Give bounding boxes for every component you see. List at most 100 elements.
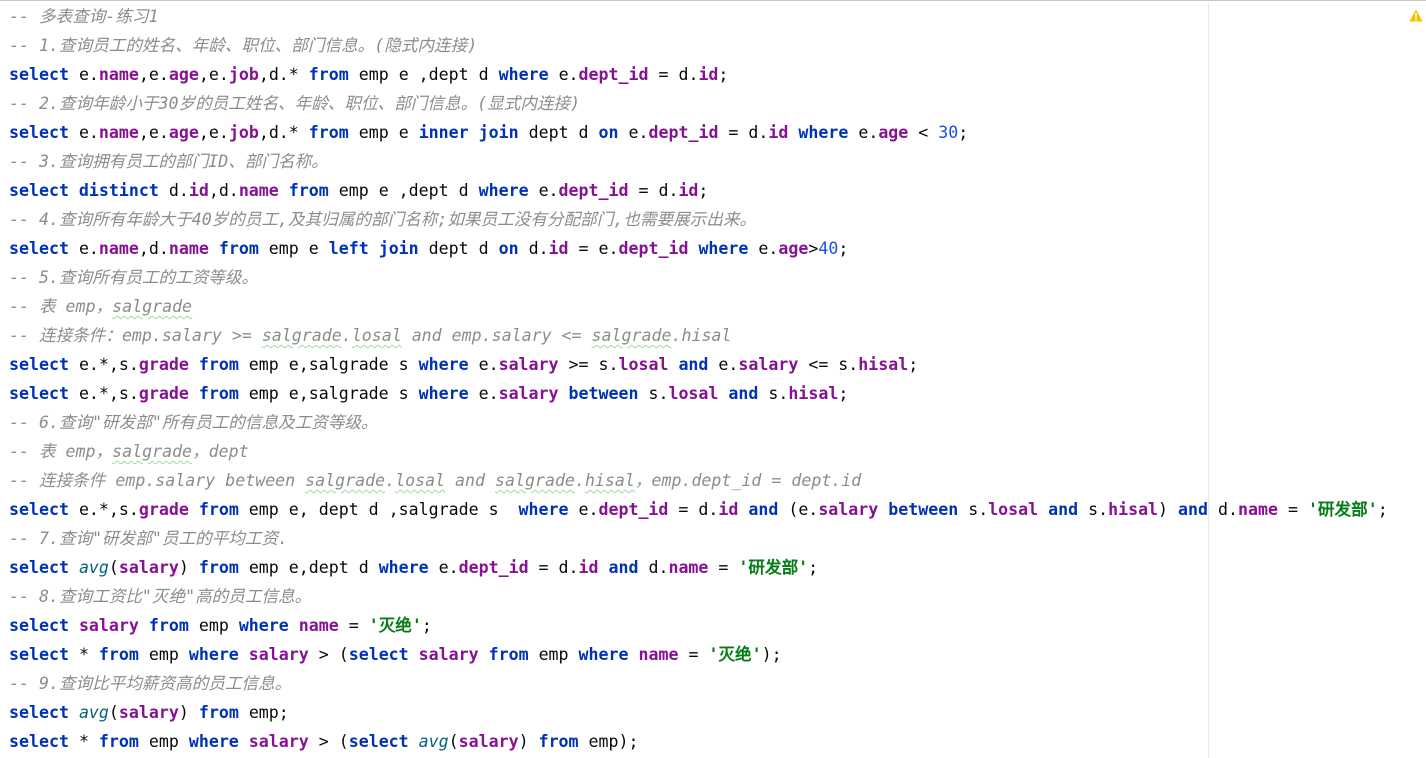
code-text: ,d.* bbox=[258, 123, 309, 142]
code-line-26[interactable]: select * from emp where salary > (select… bbox=[9, 727, 638, 756]
keyword-token: select bbox=[9, 65, 79, 84]
code-line-9[interactable]: select e.name,d.name from emp e left joi… bbox=[9, 234, 848, 263]
code-text: emp bbox=[148, 732, 189, 751]
code-text: emp e,salgrade s bbox=[248, 355, 419, 374]
code-line-24[interactable]: -- 9.查询比平均薪资高的员工信息。 bbox=[9, 669, 291, 698]
warning-icon[interactable] bbox=[1409, 9, 1423, 22]
keyword-token: and bbox=[678, 355, 719, 374]
code-text: ,e. bbox=[138, 65, 169, 84]
code-line-10[interactable]: -- 5.查询所有员工的工资等级。 bbox=[9, 263, 258, 292]
keyword-token: and bbox=[608, 558, 649, 577]
function-name: avg bbox=[78, 703, 109, 722]
code-line-20[interactable]: select avg(salary) from emp e,dept d whe… bbox=[9, 553, 818, 582]
comment-text: and emp.salary <= bbox=[401, 326, 592, 345]
code-line-1[interactable]: -- 多表查询-练习1 bbox=[9, 2, 159, 31]
code-line-15[interactable]: -- 6.查询"研发部"所有员工的信息及工资等级。 bbox=[9, 408, 378, 437]
field-token: grade bbox=[138, 500, 189, 519]
code-text: e.*,s. bbox=[78, 384, 139, 403]
code-text: < bbox=[908, 123, 939, 142]
code-text: emp e,salgrade s bbox=[248, 384, 419, 403]
code-text: ; bbox=[808, 558, 819, 577]
code-editor[interactable]: -- 多表查询-练习1 -- 1.查询员工的姓名、年龄、职位、部门信息。(隐式内连… bbox=[0, 2, 1388, 758]
code-line-4[interactable]: -- 2.查询年龄小于30岁的员工姓名、年龄、职位、部门信息。(显式内连接) bbox=[9, 89, 580, 118]
code-text: ); bbox=[761, 645, 782, 664]
code-text: ( bbox=[108, 558, 119, 577]
code-line-17[interactable]: -- 连接条件 emp.salary between salgrade.losa… bbox=[9, 466, 861, 495]
code-text: emp e ,dept d bbox=[358, 65, 499, 84]
code-line-16[interactable]: -- 表 emp，salgrade，dept bbox=[9, 437, 249, 466]
code-text: <= s. bbox=[798, 355, 859, 374]
code-text: ,e. bbox=[198, 123, 229, 142]
comment-text: -- 多表查询-练习1 bbox=[9, 7, 159, 26]
field-token: job bbox=[228, 65, 259, 84]
code-line-6[interactable]: -- 3.查询拥有员工的部门ID、部门名称。 bbox=[9, 147, 328, 176]
field-token: salary bbox=[418, 645, 479, 664]
code-line-12[interactable]: -- 连接条件：emp.salary >= salgrade.losal and… bbox=[9, 321, 731, 350]
keyword-token: from bbox=[288, 181, 339, 200]
code-line-22[interactable]: select salary from emp where name = '灭绝'… bbox=[9, 611, 432, 640]
keyword-token: where bbox=[498, 65, 559, 84]
code-line-25[interactable]: select avg(salary) from emp; bbox=[9, 698, 289, 727]
comment-text: hisal bbox=[584, 471, 635, 490]
code-text: ) bbox=[518, 732, 539, 751]
code-text: emp; bbox=[248, 703, 289, 722]
keyword-token: from bbox=[198, 384, 249, 403]
code-line-19[interactable]: -- 7.查询"研发部"员工的平均工资. bbox=[9, 524, 288, 553]
field-token: name bbox=[168, 239, 209, 258]
comment-text: -- 5.查询所有员工的工资等级。 bbox=[9, 268, 259, 287]
field-token: age bbox=[168, 123, 199, 142]
code-text: = d. bbox=[648, 65, 699, 84]
code-text: s. bbox=[768, 384, 789, 403]
code-line-23[interactable]: select * from emp where salary > (select… bbox=[9, 640, 782, 669]
code-line-13[interactable]: select e.*,s.grade from emp e,salgrade s… bbox=[9, 350, 918, 379]
keyword-token: and bbox=[1178, 500, 1218, 519]
code-line-18[interactable]: select e.*,s.grade from emp e, dept d ,s… bbox=[9, 495, 1388, 524]
code-text: ) bbox=[178, 558, 199, 577]
code-text: > bbox=[808, 239, 819, 258]
code-line-3[interactable]: select e.name,e.age,e.job,d.* from emp e… bbox=[9, 60, 728, 89]
keyword-token: on bbox=[598, 123, 629, 142]
field-token: losal bbox=[618, 355, 669, 374]
code-text: = e. bbox=[568, 239, 619, 258]
keyword-token: from bbox=[198, 703, 249, 722]
code-line-8[interactable]: -- 4.查询所有年龄大于40岁的员工,及其归属的部门名称;如果员工没有分配部门… bbox=[9, 205, 756, 234]
field-token: id bbox=[718, 500, 739, 519]
code-text: ; bbox=[908, 355, 919, 374]
code-text: dept d bbox=[428, 239, 499, 258]
code-text: d. bbox=[168, 181, 189, 200]
code-text: e. bbox=[78, 239, 99, 258]
field-token: name bbox=[98, 239, 139, 258]
string-literal: '研发部' bbox=[1307, 500, 1378, 519]
code-line-14[interactable]: select e.*,s.grade from emp e,salgrade s… bbox=[9, 379, 848, 408]
keyword-token: from bbox=[198, 558, 249, 577]
top-border bbox=[0, 0, 1426, 1]
code-line-7[interactable]: select distinct d.id,d.name from emp e ,… bbox=[9, 176, 708, 205]
keyword-token: inner join bbox=[418, 123, 529, 142]
code-line-11[interactable]: -- 表 emp，salgrade bbox=[9, 292, 192, 321]
comment-text: . bbox=[574, 471, 585, 490]
comment-text: -- 9.查询比平均薪资高的员工信息。 bbox=[9, 674, 292, 693]
number-literal: 30 bbox=[938, 123, 959, 142]
code-text: e. bbox=[558, 65, 579, 84]
code-line-2[interactable]: -- 1.查询员工的姓名、年龄、职位、部门信息。(隐式内连接) bbox=[9, 31, 477, 60]
field-token: dept_id bbox=[558, 181, 629, 200]
code-text: = bbox=[708, 558, 739, 577]
field-token: losal bbox=[668, 384, 719, 403]
code-text: ; bbox=[838, 239, 849, 258]
code-text: emp bbox=[198, 616, 239, 635]
code-line-21[interactable]: -- 8.查询工资比"灭绝"高的员工信息。 bbox=[9, 582, 311, 611]
code-line-5[interactable]: select e.name,e.age,e.job,d.* from emp e… bbox=[9, 118, 968, 147]
code-text: ; bbox=[698, 181, 709, 200]
keyword-token: from bbox=[218, 239, 269, 258]
code-text: emp e,dept d bbox=[248, 558, 379, 577]
code-text: > ( bbox=[308, 645, 349, 664]
